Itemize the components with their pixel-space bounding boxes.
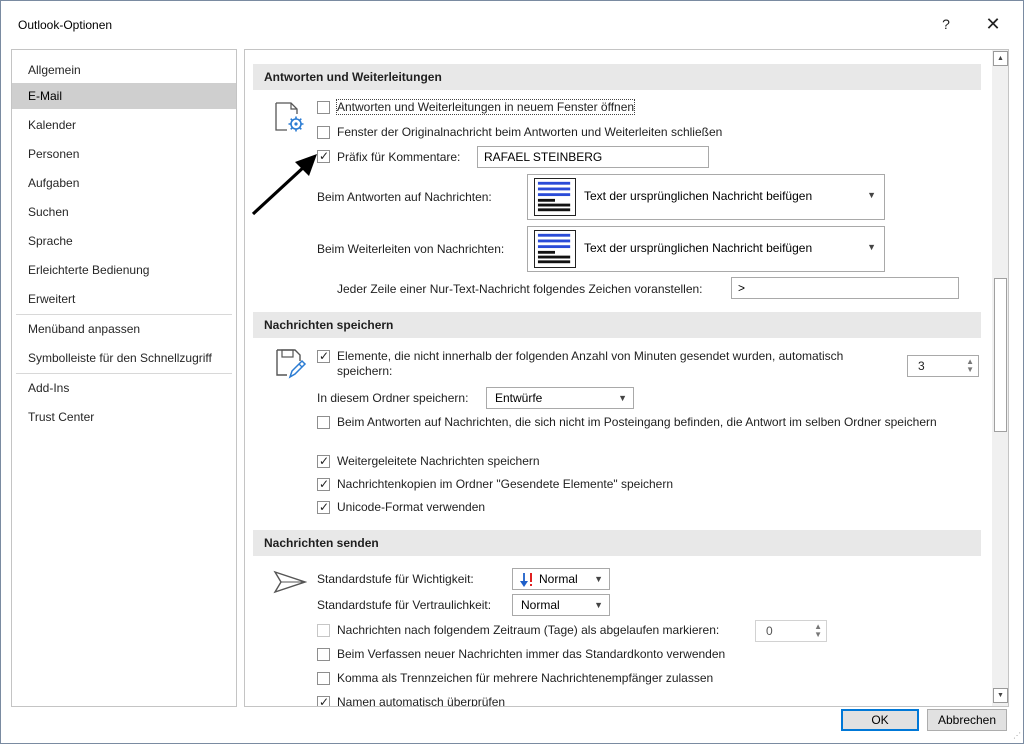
open-new-window-checkbox[interactable] <box>317 101 330 114</box>
sensitivity-value: Normal <box>521 598 560 612</box>
check-names-label: Namen automatisch überprüfen <box>337 695 506 707</box>
resize-grip-icon[interactable]: ⋰ <box>1013 731 1021 740</box>
scroll-up-icon[interactable]: ▲ <box>993 51 1008 66</box>
checkmark-icon: ✓ <box>319 454 330 468</box>
save-folder-dropdown[interactable]: Entwürfe ▼ <box>486 387 634 409</box>
help-button[interactable]: ? <box>934 13 958 35</box>
spin-arrows-icon: ▲ ▼ <box>966 357 974 374</box>
dialog-title: Outlook-Optionen <box>18 18 113 32</box>
sidebar-item-erweitert[interactable]: Erweitert <box>12 286 236 312</box>
cancel-button[interactable]: Abbrechen <box>927 709 1007 731</box>
reply-same-folder-label: Beim Antworten auf Nachrichten, die sich… <box>337 415 937 429</box>
reply-behavior-dropdown[interactable]: Text der ursprünglichen Nachricht beifüg… <box>527 174 885 220</box>
chevron-down-icon: ▼ <box>867 190 876 200</box>
open-new-window-label: Antworten und Weiterleitungen in neuem F… <box>335 99 636 115</box>
sidebar-item-erleichterte-bedienung[interactable]: Erleichterte Bedienung <box>12 257 236 283</box>
sidebar-divider <box>16 314 232 315</box>
section-header-replies: Antworten und Weiterleitungen <box>253 64 981 90</box>
sidebar-item-personen[interactable]: Personen <box>12 141 236 167</box>
spin-arrows-icon: ▲ ▼ <box>814 622 822 639</box>
section-header-send: Nachrichten senden <box>253 530 981 556</box>
autosave-minutes-spinner[interactable]: 3 ▲ ▼ <box>907 355 979 377</box>
checkmark-icon: ✓ <box>319 695 330 707</box>
sidebar-item-schnellzugriff[interactable]: Symbolleiste für den Schnellzugriff <box>12 345 236 371</box>
save-copies-checkbox[interactable]: ✓ <box>317 477 330 491</box>
autosave-minutes-value: 3 <box>918 359 925 373</box>
importance-arrow-icon <box>520 573 532 587</box>
chevron-down-icon: ▼ <box>594 574 603 584</box>
forward-behavior-dropdown[interactable]: Text der ursprünglichen Nachricht beifüg… <box>527 226 885 272</box>
prefix-char-input[interactable]: > <box>731 277 959 299</box>
chevron-down-icon: ▼ <box>594 600 603 610</box>
comma-separator-label: Komma als Trennzeichen für mehrere Nachr… <box>337 671 714 685</box>
category-sidebar: Allgemein E-Mail Kalender Personen Aufga… <box>11 49 237 707</box>
expire-days-value: 0 <box>766 624 773 638</box>
forward-behavior-label: Beim Weiterleiten von Nachrichten: <box>317 242 505 256</box>
sidebar-item-sprache[interactable]: Sprache <box>12 228 236 254</box>
forward-behavior-value: Text der ursprünglichen Nachricht beifüg… <box>584 241 813 255</box>
prefix-comments-label: Präfix für Kommentare: <box>337 150 461 164</box>
close-original-label: Fenster der Originalnachricht beim Antwo… <box>337 125 723 139</box>
sidebar-item-email[interactable]: E-Mail <box>12 83 236 109</box>
sidebar-item-kalender[interactable]: Kalender <box>12 112 236 138</box>
unicode-format-checkbox[interactable]: ✓ <box>317 500 330 514</box>
save-forwarded-checkbox[interactable]: ✓ <box>317 454 330 468</box>
save-folder-value: Entwürfe <box>495 391 543 405</box>
checkmark-icon: ✓ <box>319 500 330 514</box>
save-forwarded-label: Weitergeleitete Nachrichten speichern <box>337 454 540 468</box>
close-button[interactable]: ✕ <box>978 11 1008 37</box>
reply-behavior-value: Text der ursprünglichen Nachricht beifüg… <box>584 189 813 203</box>
check-names-checkbox[interactable]: ✓ <box>317 695 330 707</box>
scrollbar-thumb[interactable] <box>994 278 1007 432</box>
save-folder-label: In diesem Ordner speichern: <box>317 391 469 405</box>
sidebar-divider <box>16 373 232 374</box>
scroll-down-icon[interactable]: ▼ <box>993 688 1008 703</box>
expire-days-spinner[interactable]: 0 ▲ ▼ <box>755 620 827 642</box>
sensitivity-dropdown[interactable]: Normal ▼ <box>512 594 610 616</box>
chevron-down-icon: ▼ <box>867 242 876 252</box>
default-account-label: Beim Verfassen neuer Nachrichten immer d… <box>337 647 726 661</box>
importance-value: Normal <box>539 572 578 586</box>
title-bar: Outlook-Optionen ? ✕ <box>1 1 1023 47</box>
prefix-comments-input[interactable]: RAFAEL STEINBERG <box>477 146 709 168</box>
reply-behavior-label: Beim Antworten auf Nachrichten: <box>317 190 492 204</box>
importance-label: Standardstufe für Wichtigkeit: <box>317 572 474 586</box>
expire-checkbox[interactable] <box>317 624 330 637</box>
reply-same-folder-checkbox[interactable] <box>317 416 330 429</box>
options-dialog: Outlook-Optionen ? ✕ Allgemein E-Mail Ka… <box>0 0 1024 744</box>
ok-button[interactable]: OK <box>841 709 919 731</box>
chevron-down-icon: ▼ <box>618 393 627 403</box>
save-copies-label: Nachrichtenkopien im Ordner "Gesendete E… <box>337 477 674 491</box>
importance-dropdown[interactable]: Normal ▼ <box>512 568 610 590</box>
sensitivity-label: Standardstufe für Vertraulichkeit: <box>317 598 492 612</box>
sidebar-item-menueband-anpassen[interactable]: Menüband anpassen <box>12 316 236 342</box>
checkmark-icon: ✓ <box>319 349 330 363</box>
sidebar-item-suchen[interactable]: Suchen <box>12 199 236 225</box>
send-icon <box>273 570 307 594</box>
forward-format-preview-icon <box>534 230 576 268</box>
unicode-format-label: Unicode-Format verwenden <box>337 500 486 514</box>
sidebar-item-trust-center[interactable]: Trust Center <box>12 404 236 430</box>
sidebar-item-aufgaben[interactable]: Aufgaben <box>12 170 236 196</box>
autosave-label: Elemente, die nicht innerhalb der folgen… <box>337 349 844 378</box>
close-original-checkbox[interactable] <box>317 126 330 139</box>
options-content-pane: Antworten und Weiterleitungen Antworten … <box>244 49 1009 707</box>
comma-separator-checkbox[interactable] <box>317 672 330 685</box>
prefix-char-label: Jeder Zeile einer Nur-Text-Nachricht fol… <box>337 282 703 296</box>
default-account-checkbox[interactable] <box>317 648 330 661</box>
content-scrollbar[interactable]: ▲ ▼ <box>992 50 1008 706</box>
expire-label: Nachrichten nach folgendem Zeitraum (Tag… <box>337 623 720 637</box>
autosave-checkbox[interactable]: ✓ <box>317 349 330 363</box>
checkmark-icon: ✓ <box>319 477 330 491</box>
reply-format-preview-icon <box>534 178 576 216</box>
sidebar-item-allgemein[interactable]: Allgemein <box>12 57 236 83</box>
section-header-save: Nachrichten speichern <box>253 312 981 338</box>
annotation-arrow-icon <box>251 154 317 216</box>
sidebar-item-add-ins[interactable]: Add-Ins <box>12 375 236 401</box>
save-icon <box>276 349 307 379</box>
reply-settings-icon <box>275 102 304 132</box>
